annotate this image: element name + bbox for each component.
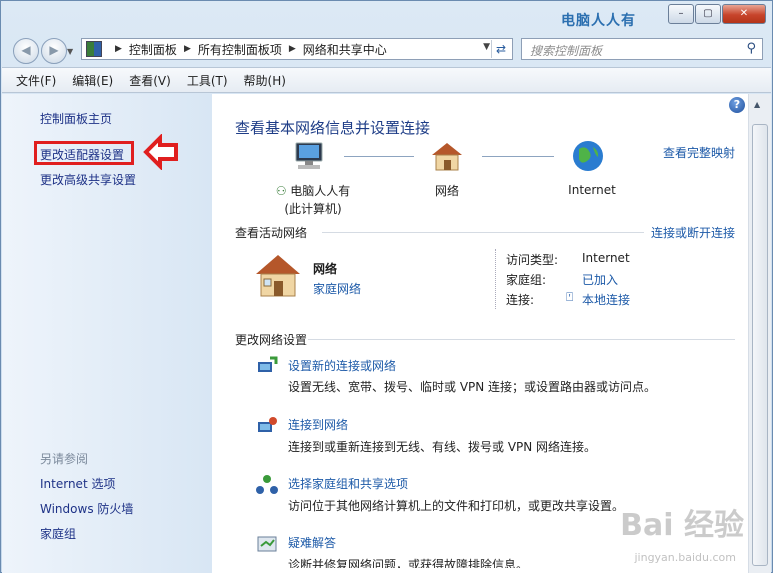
sidebar-firewall[interactable]: Windows 防火墙 [40, 500, 133, 517]
node-computer-name: ⚇ 电脑人人有 [268, 182, 358, 199]
chevron-right-icon[interactable]: ▶ [115, 44, 122, 54]
local-connection-link[interactable]: 本地连接 [582, 291, 630, 308]
menu-tools[interactable]: 工具(T) [187, 72, 228, 89]
window-controls: – ▢ ✕ [668, 4, 766, 24]
page-title: 查看基本网络信息并设置连接 [235, 119, 431, 137]
sidebar-homegroup[interactable]: 家庭组 [40, 525, 76, 542]
address-dropdown-icon[interactable]: ▼ [483, 42, 490, 52]
sidebar-internet-options[interactable]: Internet 选项 [40, 475, 115, 492]
troubleshoot-icon [257, 536, 277, 552]
menu-file[interactable]: 文件(F) [16, 72, 56, 89]
scroll-up-icon[interactable]: ▲ [754, 100, 760, 109]
refresh-icon[interactable]: ⇄ [491, 40, 510, 58]
recent-pages-dropdown[interactable]: ▼ [67, 47, 73, 56]
breadcrumb-control-panel[interactable]: 控制面板 [129, 41, 177, 58]
see-also-header: 另请参阅 [40, 452, 89, 466]
scrollbar[interactable]: ▲ [748, 94, 771, 573]
network-users-icon: ⚇ [275, 184, 287, 198]
menu-edit[interactable]: 编辑(E) [72, 72, 113, 89]
access-type-label: 访问类型: [506, 253, 559, 267]
task-setup-connection[interactable]: 设置新的连接或网络 [288, 357, 396, 374]
computer-icon[interactable] [292, 141, 326, 171]
network-type-link[interactable]: 家庭网络 [313, 280, 361, 297]
house-icon [256, 255, 300, 297]
back-button[interactable]: ◀ [13, 38, 39, 64]
task-troubleshoot[interactable]: 疑难解答 [288, 534, 336, 551]
watermark-url: jingyan.baidu.com [634, 551, 736, 564]
homegroup-sharing-icon [256, 475, 278, 494]
address-bar[interactable]: ▶ 控制面板 ▶ 所有控制面板项 ▶ 网络和共享中心 ▼ ⇄ [81, 38, 513, 60]
homegroup-label: 家庭组: [506, 273, 547, 287]
forward-button[interactable]: ▶ [41, 38, 67, 64]
access-type-value: Internet [582, 251, 630, 265]
link-line [344, 156, 414, 157]
red-arrow-icon [143, 134, 178, 170]
watermark-brand: Bai 经验 [620, 508, 744, 543]
globe-icon[interactable] [571, 139, 605, 173]
window: 电脑人人有 – ▢ ✕ ◀ ▶ ▼ ▶ 控制面板 ▶ 所有控制面板项 ▶ 网络和… [0, 0, 773, 573]
task-homegroup-sharing[interactable]: 选择家庭组和共享选项 [288, 475, 408, 492]
close-button[interactable]: ✕ [722, 4, 766, 24]
divider [495, 249, 496, 309]
divider [308, 339, 735, 340]
title-watermark: 电脑人人有 [561, 13, 636, 29]
search-input[interactable]: 搜索控制面板 ⚲ [521, 38, 763, 60]
house-network-icon[interactable] [430, 140, 464, 172]
help-icon[interactable]: ? [729, 97, 745, 113]
task-setup-connection-desc: 设置无线、宽带、拨号、临时或 VPN 连接；或设置路由器或访问点。 [288, 380, 657, 394]
scrollbar-thumb[interactable] [752, 124, 768, 566]
search-icon[interactable]: ⚲ [746, 41, 756, 56]
chevron-right-icon[interactable]: ▶ [184, 44, 191, 54]
sidebar-home[interactable]: 控制面板主页 [40, 110, 112, 127]
task-troubleshoot-desc: 诊断并修复网络问题，或获得故障排除信息。 [288, 558, 529, 568]
node-network-label: 网络 [434, 184, 459, 198]
task-connect-network[interactable]: 连接到网络 [288, 416, 348, 433]
divider [322, 232, 644, 233]
menu-view[interactable]: 查看(V) [129, 72, 171, 89]
breadcrumb-all-items[interactable]: 所有控制面板项 [198, 41, 282, 58]
active-network-name: 网络 [313, 262, 338, 276]
active-networks-header: 查看活动网络 [235, 226, 308, 240]
menu-bar: 文件(F) 编辑(E) 查看(V) 工具(T) 帮助(H) [2, 67, 771, 93]
search-placeholder: 搜索控制面板 [530, 44, 603, 58]
ethernet-icon: ⍞ [566, 290, 574, 304]
breadcrumb-network-center[interactable]: 网络和共享中心 [303, 41, 387, 58]
view-full-map-link[interactable]: 查看完整映射 [663, 144, 735, 161]
sidebar-change-adapter[interactable]: 更改适配器设置 [40, 146, 124, 163]
title-bar: 电脑人人有 – ▢ ✕ [1, 1, 772, 35]
connection-label: 连接: [506, 293, 535, 307]
sidebar-advanced-sharing[interactable]: 更改高级共享设置 [40, 171, 136, 188]
menu-help[interactable]: 帮助(H) [244, 72, 286, 89]
connect-network-icon [258, 417, 277, 432]
sidebar: 控制面板主页 更改适配器设置 更改高级共享设置 另请参阅 Internet 选项… [2, 94, 212, 573]
change-settings-header: 更改网络设置 [235, 333, 308, 347]
node-internet-label: Internet [568, 183, 616, 197]
minimize-button[interactable]: – [668, 4, 694, 24]
chevron-right-icon[interactable]: ▶ [289, 44, 296, 54]
navigation-bar: ◀ ▶ ▼ ▶ 控制面板 ▶ 所有控制面板项 ▶ 网络和共享中心 ▼ ⇄ 搜索控… [1, 35, 772, 65]
control-panel-icon [86, 41, 102, 57]
node-computer-sub: (此计算机) [284, 202, 342, 216]
connect-disconnect-link[interactable]: 连接或断开连接 [651, 224, 735, 241]
breadcrumb: ▶ 控制面板 ▶ 所有控制面板项 ▶ 网络和共享中心 [108, 41, 387, 58]
maximize-button[interactable]: ▢ [695, 4, 721, 24]
task-homegroup-sharing-desc: 访问位于其他网络计算机上的文件和打印机，或更改共享设置。 [288, 499, 625, 513]
node-computer-label: 电脑人人有 [290, 184, 351, 198]
homegroup-value-link[interactable]: 已加入 [582, 271, 618, 288]
link-line [482, 156, 554, 157]
setup-connection-icon [258, 356, 278, 372]
task-connect-network-desc: 连接到或重新连接到无线、有线、拨号或 VPN 网络连接。 [288, 440, 597, 454]
